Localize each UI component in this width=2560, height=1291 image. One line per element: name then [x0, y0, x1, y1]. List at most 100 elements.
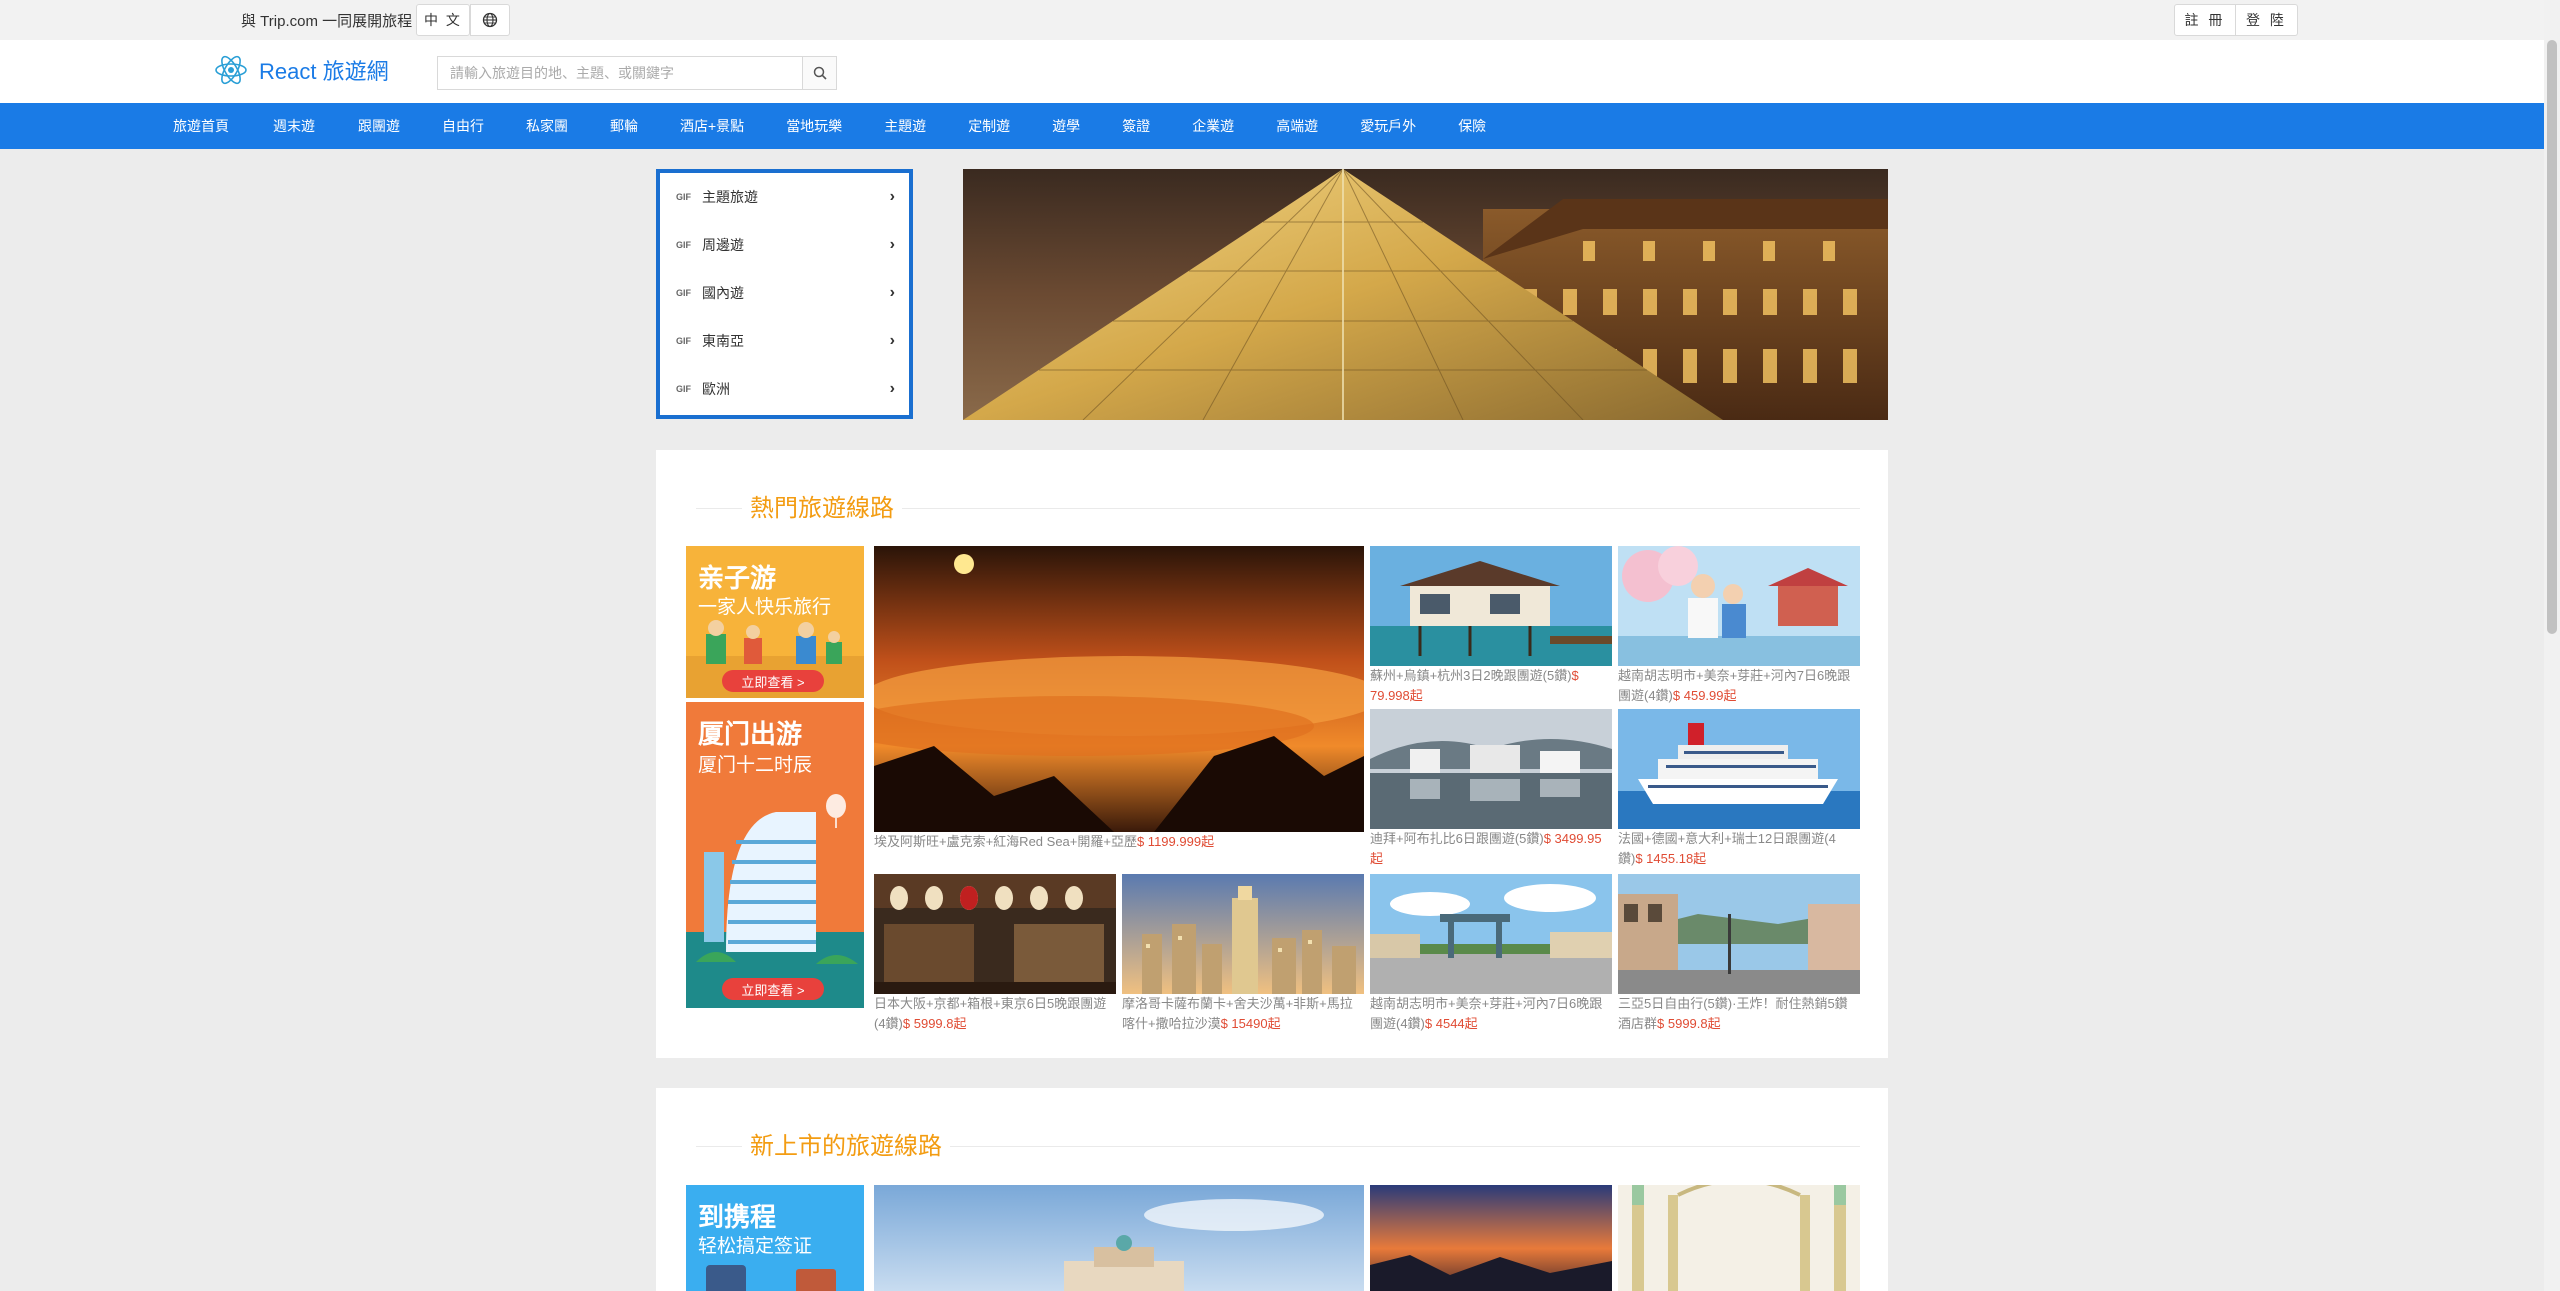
product-price: $ 459.99起: [1672, 688, 1737, 703]
promo-subtitle: 一家人快乐旅行: [698, 597, 832, 618]
chevron-right-icon: ›: [889, 332, 895, 349]
logo[interactable]: React 旅遊網: [213, 52, 389, 88]
nav-item-hotel-attractions[interactable]: 酒店+景點: [680, 116, 744, 136]
menu-item-label: 周邊遊: [702, 237, 744, 253]
nav-item-outdoor[interactable]: 愛玩戶外: [1360, 116, 1416, 136]
nav-item-weekend[interactable]: 週末遊: [273, 116, 315, 136]
search-box: [437, 56, 837, 90]
product-caption: 越南胡志明市+美奈+芽莊+河內7日6晚跟團遊(4鑽)$ 459.99起: [1618, 666, 1860, 706]
register-button[interactable]: 註 冊: [2174, 4, 2236, 36]
nav-item-local-fun[interactable]: 當地玩樂: [786, 116, 842, 136]
language-globe-button[interactable]: [470, 4, 510, 36]
menu-item-theme-travel[interactable]: GIF 主題旅遊 ›: [660, 173, 909, 221]
product-card[interactable]: 三亞5日自由行(5鑽)·王炸！耐住熱銷5鑽酒店群$ 5999.8起: [1618, 874, 1860, 1034]
product-image: [1618, 1185, 1860, 1291]
product-caption: 埃及阿斯旺+盧克索+紅海Red Sea+開羅+亞歷$ 1199.999起: [874, 832, 1364, 852]
chevron-right-icon: ›: [889, 380, 895, 397]
product-card[interactable]: 法國+德國+意大利+瑞士12日跟團遊(4鑽)$ 1455.18起: [1618, 709, 1860, 869]
nav-item-study-tour[interactable]: 遊學: [1052, 116, 1080, 136]
menu-item-label: 東南亞: [702, 333, 744, 349]
product-caption: 越南胡志明市+美奈+芽莊+河內7日6晚跟團遊(4鑽)$ 4544起: [1370, 994, 1612, 1034]
menu-item-nearby[interactable]: GIF 周邊遊 ›: [660, 221, 909, 269]
product-image: [1370, 546, 1612, 666]
nav-item-group-tour[interactable]: 跟團遊: [358, 116, 400, 136]
menu-item-label: 國內遊: [702, 285, 744, 301]
product-image: [874, 546, 1364, 832]
language-button[interactable]: 中 文: [416, 4, 470, 36]
nav-item-luxury[interactable]: 高端遊: [1276, 116, 1318, 136]
product-image: [874, 1185, 1364, 1291]
top-bar: 與 Trip.com 一同展開旅程 中 文 註 冊 登 陸: [0, 0, 2544, 40]
scrollbar-thumb[interactable]: [2547, 40, 2557, 634]
product-card[interactable]: 迪拜+阿布扎比6日跟團遊(5鑽)$ 3499.95起: [1370, 709, 1612, 869]
menu-item-southeast-asia[interactable]: GIF 東南亞 ›: [660, 317, 909, 365]
product-image: [1618, 874, 1860, 994]
promo-subtitle: 轻松搞定签证: [698, 1236, 813, 1257]
nav-item-private-tour[interactable]: 私家團: [526, 116, 568, 136]
new-routes-section: 新上市的旅遊線路 到携程 轻松搞定签证: [656, 1088, 1888, 1291]
product-card[interactable]: 蘇州+烏鎮+杭州3日2晚跟團遊(5鑽)$ 79.998起: [1370, 546, 1612, 706]
nav-item-home[interactable]: 旅遊首頁: [173, 116, 229, 136]
product-image: [1122, 874, 1364, 994]
page-scrollbar[interactable]: [2544, 0, 2560, 1291]
promo-title: 厦门出游: [698, 719, 803, 749]
product-image: [1370, 874, 1612, 994]
login-button[interactable]: 登 陸: [2236, 4, 2298, 36]
product-card[interactable]: 日本大阪+京都+箱根+東京6日5晚跟團遊(4鑽)$ 5999.8起: [874, 874, 1116, 1034]
nav-item-visa[interactable]: 簽證: [1122, 116, 1150, 136]
product-card[interactable]: 越南胡志明市+美奈+芽莊+河內7日6晚跟團遊(4鑽)$ 459.99起: [1618, 546, 1860, 706]
product-caption: 迪拜+阿布扎比6日跟團遊(5鑽)$ 3499.95起: [1370, 829, 1612, 869]
product-card[interactable]: 埃及阿斯旺+盧克索+紅海Red Sea+開羅+亞歷$ 1199.999起: [874, 546, 1364, 852]
product-caption: 摩洛哥卡薩布蘭卡+舍夫沙萬+非斯+馬拉喀什+撒哈拉沙漠$ 15490起: [1122, 994, 1364, 1034]
nav-item-corporate[interactable]: 企業遊: [1192, 116, 1234, 136]
product-card[interactable]: 摩洛哥卡薩布蘭卡+舍夫沙萬+非斯+馬拉喀什+撒哈拉沙漠$ 15490起: [1122, 874, 1364, 1034]
product-image: [1370, 709, 1612, 829]
product-price: $ 4544起: [1424, 1016, 1478, 1031]
hero-banner[interactable]: [963, 169, 1888, 420]
promo-view-button[interactable]: 立即查看 >: [722, 670, 824, 692]
category-menu: GIF 主題旅遊 › GIF 周邊遊 › GIF 國內遊 › GIF 東南亞 ›…: [656, 169, 913, 419]
banner-image: [963, 169, 1888, 420]
product-name: 迪拜+阿布扎比6日跟團遊(5鑽): [1370, 831, 1544, 846]
main-nav: 旅遊首頁 週末遊 跟團遊 自由行 私家團 郵輪 酒店+景點 當地玩樂 主題遊 定…: [0, 103, 2544, 149]
product-card[interactable]: [874, 1185, 1364, 1291]
logo-text: React 旅遊網: [259, 59, 389, 84]
chevron-right-icon: ›: [889, 188, 895, 205]
product-name: 埃及阿斯旺+盧克索+紅海Red Sea+開羅+亞歷: [874, 834, 1137, 849]
product-card[interactable]: [1618, 1185, 1860, 1291]
product-price: $ 5999.8起: [1657, 1016, 1721, 1031]
product-image: [1370, 1185, 1612, 1291]
promo-xiamen[interactable]: 厦门出游 厦门十二时辰 立即查看 >: [686, 702, 864, 1008]
gif-tag: GIF: [676, 336, 691, 346]
react-logo-icon: [215, 55, 247, 85]
section-title: 新上市的旅遊線路: [742, 1126, 950, 1161]
promo-title: 到携程: [698, 1202, 777, 1232]
nav-item-free-travel[interactable]: 自由行: [442, 116, 484, 136]
search-input[interactable]: [438, 57, 802, 89]
menu-item-label: 主題旅遊: [702, 189, 758, 205]
promo-family-trip[interactable]: 亲子游 一家人快乐旅行 立即查看 >: [686, 546, 864, 698]
product-caption: 法國+德國+意大利+瑞士12日跟團遊(4鑽)$ 1455.18起: [1618, 829, 1860, 869]
product-card[interactable]: [1370, 1185, 1612, 1291]
chevron-right-icon: ›: [889, 236, 895, 253]
promo-subtitle: 厦门十二时辰: [698, 755, 813, 776]
nav-item-insurance[interactable]: 保險: [1458, 116, 1486, 136]
product-price: $ 5999.8起: [902, 1016, 967, 1031]
menu-item-europe[interactable]: GIF 歐洲 ›: [660, 365, 909, 413]
slogan: 與 Trip.com 一同展開旅程: [241, 13, 413, 30]
product-price: $ 1455.18起: [1635, 851, 1707, 866]
nav-item-theme-tour[interactable]: 主題遊: [884, 116, 926, 136]
auth-buttons: 註 冊 登 陸: [2174, 4, 2298, 36]
nav-item-cruise[interactable]: 郵輪: [610, 116, 638, 136]
nav-item-custom-tour[interactable]: 定制遊: [968, 116, 1010, 136]
product-caption: 蘇州+烏鎮+杭州3日2晚跟團遊(5鑽)$ 79.998起: [1370, 666, 1612, 706]
section-title: 熱門旅遊線路: [742, 488, 902, 523]
search-button[interactable]: [802, 57, 836, 89]
promo-visa[interactable]: 到携程 轻松搞定签证: [686, 1185, 864, 1291]
product-card[interactable]: 越南胡志明市+美奈+芽莊+河內7日6晚跟團遊(4鑽)$ 4544起: [1370, 874, 1612, 1034]
search-icon: [813, 66, 827, 80]
product-caption: 三亞5日自由行(5鑽)·王炸！耐住熱銷5鑽酒店群$ 5999.8起: [1618, 994, 1860, 1034]
menu-item-domestic[interactable]: GIF 國內遊 ›: [660, 269, 909, 317]
product-price: $ 15490起: [1220, 1016, 1281, 1031]
promo-view-button[interactable]: 立即查看 >: [722, 978, 824, 1000]
